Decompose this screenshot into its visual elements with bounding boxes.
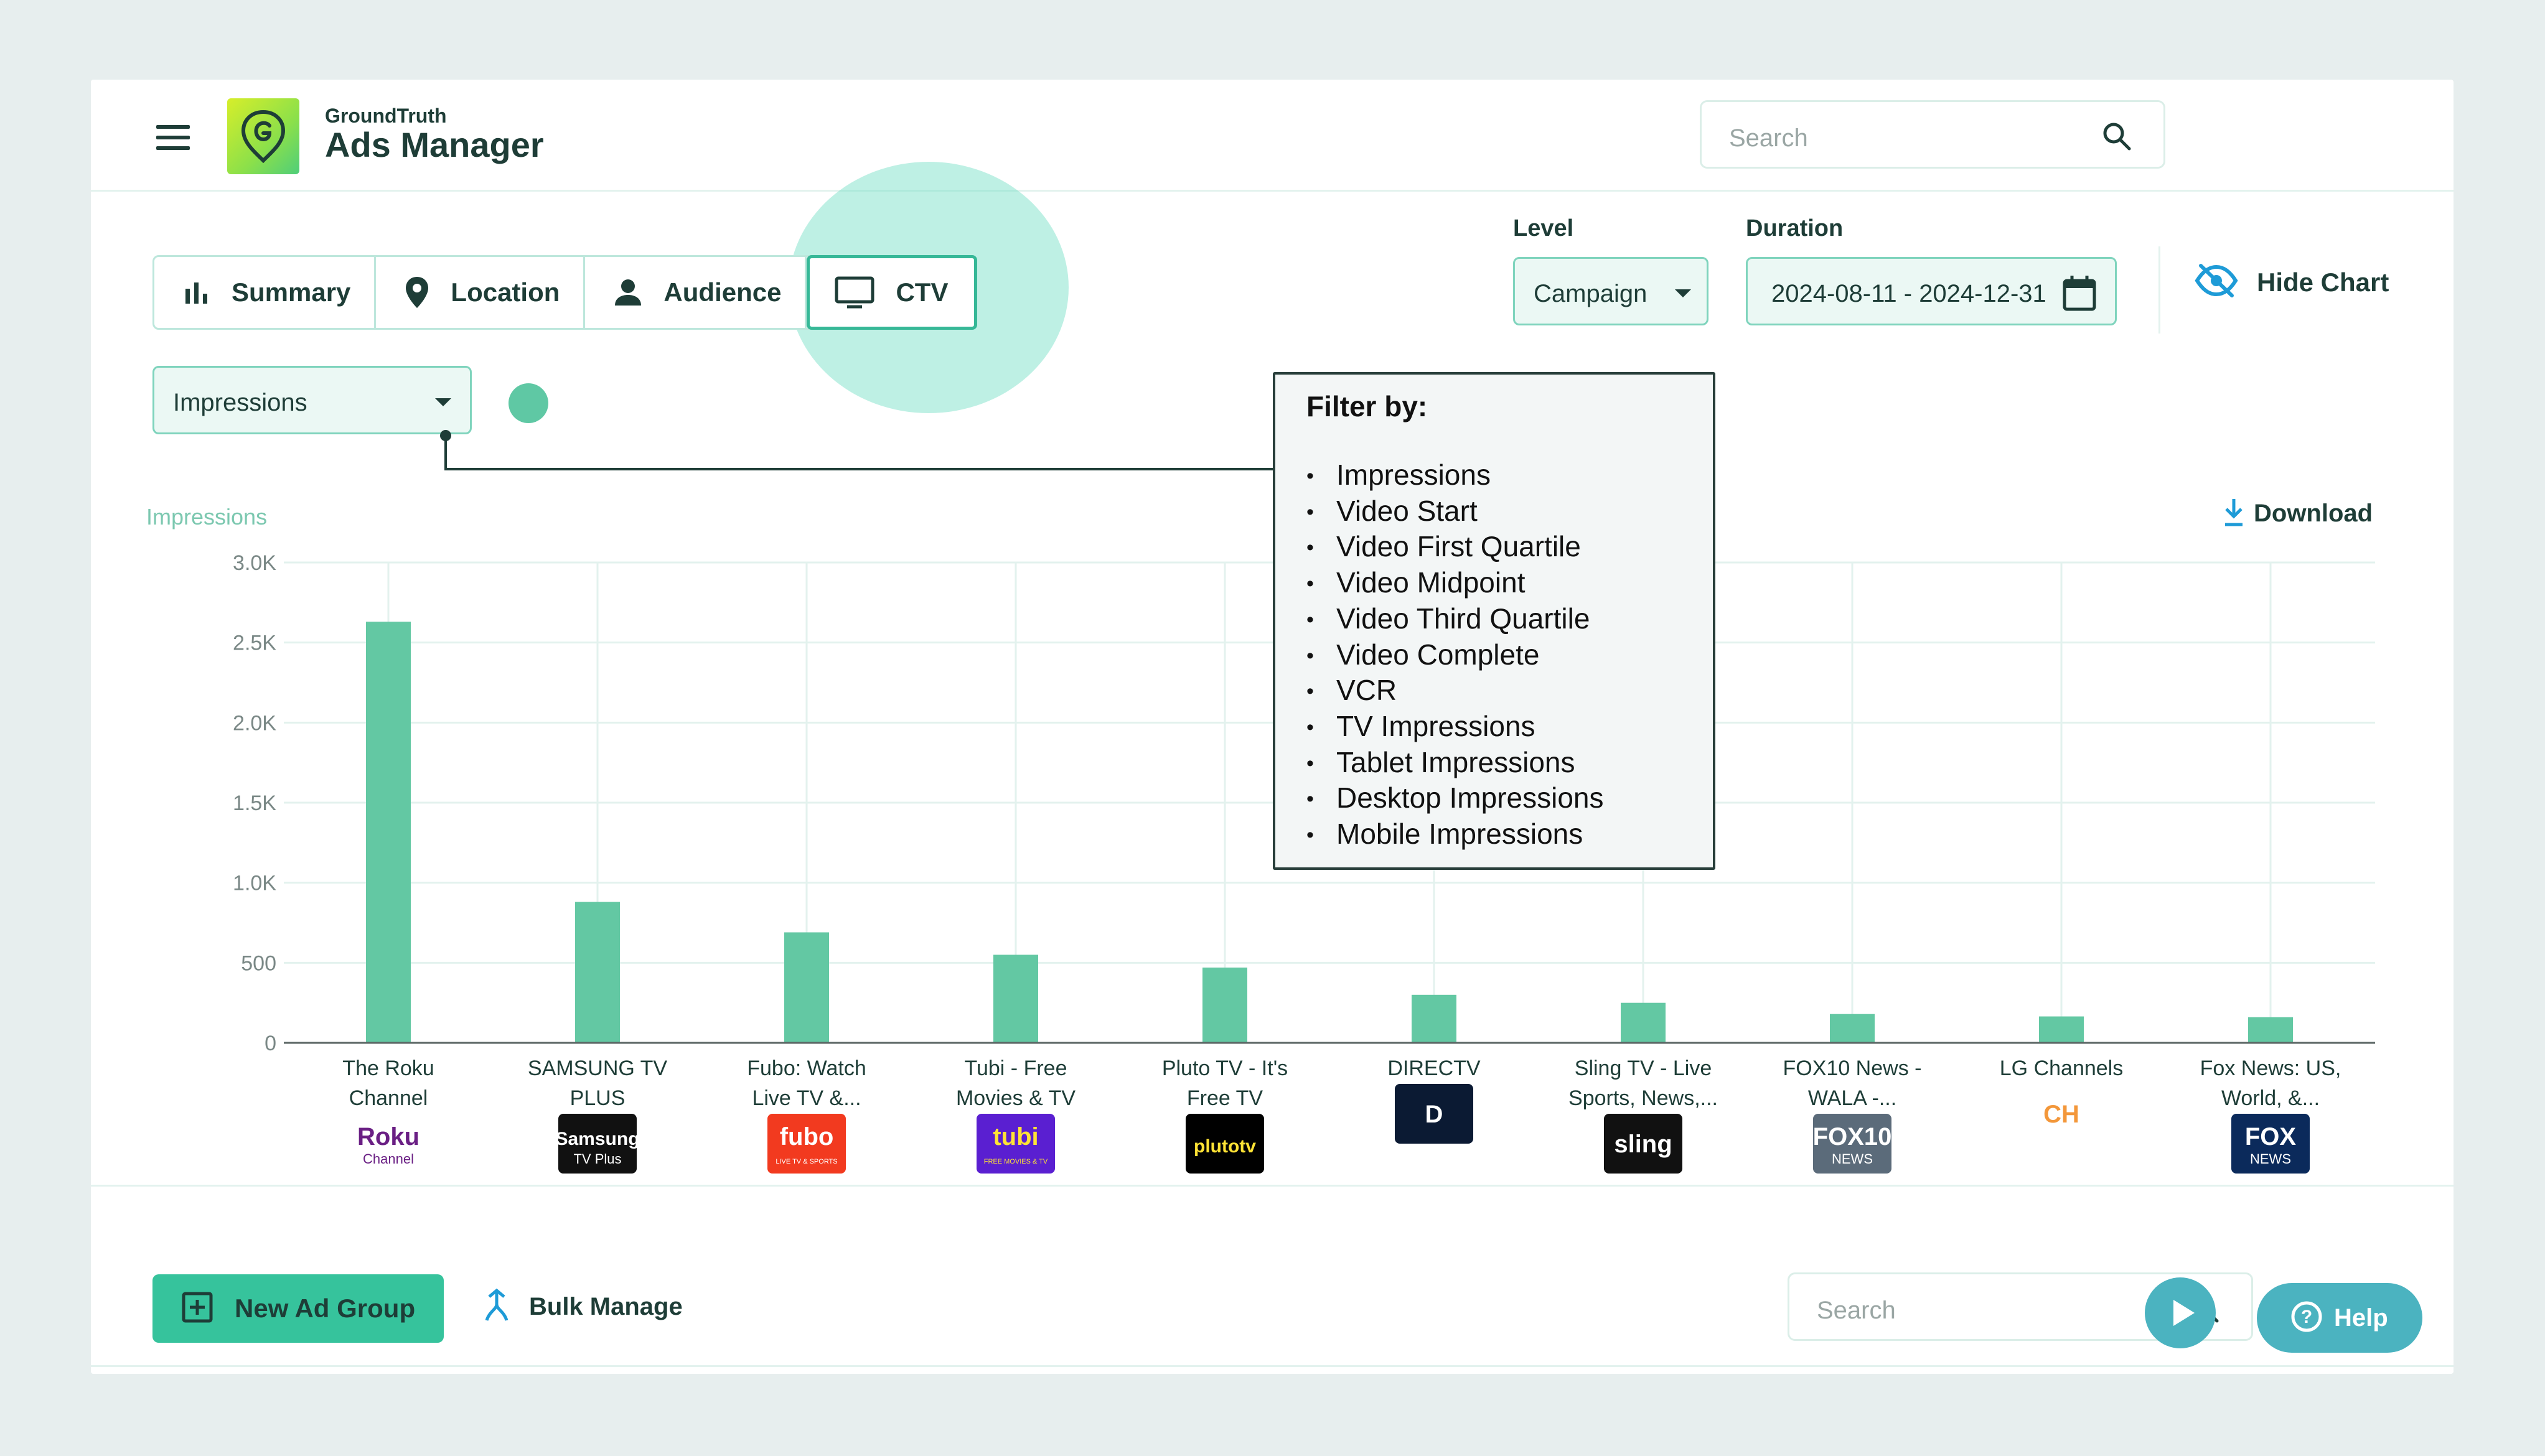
logo-text: D <box>1425 1101 1443 1128</box>
filter-by-popup: Filter by: Impressions Video Start Video… <box>1273 372 1715 870</box>
logo-text: plutotv <box>1194 1136 1256 1157</box>
x-tick-label: Movies & TV <box>956 1086 1076 1110</box>
bar <box>784 932 829 1043</box>
x-tick-label: World, &... <box>2221 1086 2320 1110</box>
filter-item: Video Complete <box>1306 638 1682 674</box>
x-tick-label: Free TV <box>1187 1086 1263 1110</box>
logo-text: LIVE TV & SPORTS <box>776 1158 837 1165</box>
filter-item: VCR <box>1306 673 1682 709</box>
ads-manager-window: GroundTruth Ads Manager Search Summary L… <box>91 80 2454 1374</box>
x-tick-label: Fubo: Watch <box>747 1057 866 1080</box>
x-tick-label: Sports, News,... <box>1568 1086 1718 1110</box>
x-tick-label: Fox News: US, <box>2200 1057 2341 1080</box>
popup-title: Filter by: <box>1306 390 1428 422</box>
logo-text: FREE MOVIES & TV <box>984 1158 1048 1165</box>
filter-list: Impressions Video Start Video First Quar… <box>1306 458 1682 853</box>
play-icon <box>2173 1300 2195 1326</box>
filter-item: Video Midpoint <box>1306 566 1682 602</box>
logo-text: Samsung <box>555 1129 639 1149</box>
logo-text: NEWS <box>1832 1151 1873 1167</box>
bar <box>366 622 411 1043</box>
x-tick-label: FOX10 News - <box>1783 1057 1922 1080</box>
logo-text: Roku <box>357 1123 419 1150</box>
logo-text: fubo <box>780 1123 834 1150</box>
x-tick-label: Pluto TV - It's <box>1162 1057 1288 1080</box>
new-ad-group-label: New Ad Group <box>235 1294 416 1323</box>
x-tick-label: WALA -... <box>1808 1086 1896 1110</box>
filter-item: Impressions <box>1306 458 1682 494</box>
bar <box>575 902 620 1043</box>
ctv-impressions-chart: 05001.0K1.5K2.0K2.5K3.0KThe RokuChannelR… <box>233 551 2375 1174</box>
bar <box>1621 1002 1666 1043</box>
filter-item: Mobile Impressions <box>1306 817 1682 853</box>
section-divider <box>91 1185 2454 1187</box>
x-tick-label: DIRECTV <box>1387 1057 1481 1080</box>
svg-text:?: ? <box>2301 1307 2312 1327</box>
y-tick-label: 1.5K <box>233 791 276 815</box>
bar <box>1830 1014 1875 1043</box>
x-tick-label: The Roku <box>342 1057 434 1080</box>
y-tick-label: 3.0K <box>233 551 276 575</box>
add-box-icon <box>181 1291 213 1327</box>
footer-divider <box>91 1365 2454 1367</box>
bar <box>1202 968 1247 1043</box>
x-tick-label: LG Channels <box>2000 1057 2123 1080</box>
help-label: Help <box>2334 1304 2388 1332</box>
filter-item: Video Third Quartile <box>1306 602 1682 638</box>
filter-item: Video First Quartile <box>1306 530 1682 566</box>
x-tick-label: Tubi - Free <box>964 1057 1067 1080</box>
filter-item: Tablet Impressions <box>1306 745 1682 782</box>
y-tick-label: 1.0K <box>233 872 276 895</box>
logo-text: FOX <box>2245 1123 2297 1150</box>
bar <box>1412 994 1456 1043</box>
help-button[interactable]: ? Help <box>2257 1283 2422 1353</box>
bulk-manage-button[interactable]: Bulk Manage <box>483 1288 683 1326</box>
bar <box>2248 1017 2293 1043</box>
logo-text: FOX10 <box>1813 1123 1892 1150</box>
logo-text: CH <box>2043 1101 2079 1128</box>
bar <box>2039 1016 2084 1043</box>
logo-text: Channel <box>363 1151 414 1167</box>
x-tick-label: PLUS <box>570 1086 626 1110</box>
filter-item: Video Start <box>1306 494 1682 530</box>
bulk-manage-label: Bulk Manage <box>529 1293 683 1320</box>
new-ad-group-button[interactable]: New Ad Group <box>152 1274 444 1343</box>
y-tick-label: 500 <box>241 951 276 975</box>
logo-text: tubi <box>993 1123 1038 1150</box>
x-tick-label: Sling TV - Live <box>1575 1057 1712 1080</box>
logo-text: sling <box>1614 1131 1672 1158</box>
y-tick-label: 0 <box>265 1032 276 1055</box>
bar <box>993 954 1038 1043</box>
logo-text: TV Plus <box>573 1151 621 1167</box>
x-tick-label: Channel <box>349 1086 428 1110</box>
logo-text: NEWS <box>2250 1151 2291 1167</box>
y-tick-label: 2.5K <box>233 632 276 655</box>
help-circle-icon: ? <box>2290 1300 2323 1336</box>
y-tick-label: 2.0K <box>233 711 276 735</box>
x-tick-label: Live TV &... <box>752 1086 861 1110</box>
play-video-button[interactable] <box>2145 1277 2216 1348</box>
filter-item: TV Impressions <box>1306 709 1682 745</box>
merge-icon <box>483 1288 510 1326</box>
x-tick-label: SAMSUNG TV <box>528 1057 668 1080</box>
search-placeholder: Search <box>1817 1297 1896 1324</box>
filter-item: Desktop Impressions <box>1306 781 1682 817</box>
